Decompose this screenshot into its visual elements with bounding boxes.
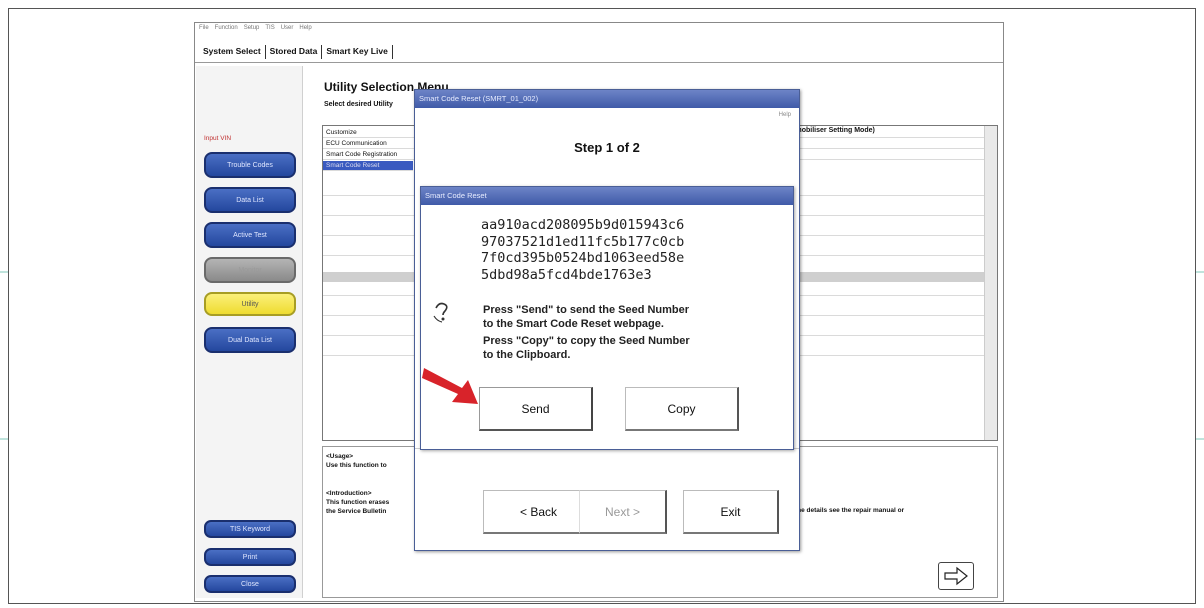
- tis-keyword-button[interactable]: TIS Keyword: [204, 520, 296, 538]
- intro-text: This function erases: [326, 499, 390, 506]
- copy-button[interactable]: Copy: [625, 387, 739, 431]
- step-indicator: Step 1 of 2: [574, 140, 640, 155]
- instruction-line: Press "Copy" to copy the Seed Number: [483, 335, 690, 347]
- menu-tis[interactable]: TIS: [265, 25, 274, 37]
- send-button[interactable]: Send: [479, 387, 593, 431]
- instruction-line: to the Clipboard.: [483, 349, 571, 361]
- seed-line: 97037521d1ed11fc5b177c0cb: [481, 233, 685, 250]
- data-list-button[interactable]: Data List: [204, 187, 296, 213]
- dialog-title: Smart Code Reset (SMRT_01_002): [415, 90, 799, 108]
- menu-help[interactable]: Help: [299, 25, 311, 37]
- seed-line: 7f0cd395b0524bd1063eed58e: [481, 250, 685, 266]
- active-test-button[interactable]: Active Test: [204, 222, 296, 248]
- help-link[interactable]: Help: [779, 112, 791, 118]
- next-button[interactable]: Next >: [579, 490, 667, 534]
- details-text: the details see the repair manual or: [795, 507, 905, 514]
- tab-smart-key-live[interactable]: Smart Key Live: [322, 45, 393, 59]
- intro-text-2: the Service Bulletin: [326, 508, 387, 515]
- question-icon: [431, 301, 455, 328]
- red-arrow-icon: [422, 368, 478, 404]
- tab-divider: [195, 62, 1003, 63]
- exit-button[interactable]: Exit: [683, 490, 779, 534]
- list-item-selected[interactable]: Smart Code Reset: [323, 161, 413, 171]
- menu-function[interactable]: Function: [215, 25, 238, 37]
- instruction-line: Press "Send" to send the Seed Number: [483, 304, 690, 316]
- next-arrow-icon: [944, 566, 968, 586]
- seed-dialog-title: Smart Code Reset: [421, 187, 793, 205]
- close-button[interactable]: Close: [204, 575, 296, 593]
- seed-dialog: Smart Code Reset aa910acd208095b9d015943…: [420, 186, 794, 450]
- next-arrow-button[interactable]: [938, 562, 974, 590]
- input-vin-label[interactable]: Input VIN: [204, 135, 231, 142]
- seed-line: 5dbd98a5fcd4bde1763e3: [481, 266, 652, 283]
- page-subtitle: Select desired Utility: [324, 101, 393, 108]
- dual-data-list-button[interactable]: Dual Data List: [204, 327, 296, 353]
- list-item-label: Smart Code Reset: [326, 162, 380, 169]
- list-scrollbar[interactable]: [984, 126, 997, 440]
- tab-bar: System Select Stored Data Smart Key Live: [199, 45, 393, 59]
- intro-heading: <Introduction>: [326, 490, 372, 497]
- seed-line: aa910acd208095b9d015943c6: [481, 217, 685, 233]
- tab-system-select[interactable]: System Select: [199, 45, 266, 59]
- usage-heading: <Usage>: [326, 453, 354, 460]
- menu-bar: File Function Setup TIS User Help: [199, 25, 312, 37]
- tab-stored-data[interactable]: Stored Data: [266, 45, 323, 59]
- menu-setup[interactable]: Setup: [244, 25, 260, 37]
- instruction-line: to the Smart Code Reset webpage.: [483, 318, 664, 330]
- list-item-label: ECU Communication: [326, 140, 387, 147]
- menu-file[interactable]: File: [199, 25, 209, 37]
- monitor-button[interactable]: Monitor: [204, 257, 296, 283]
- menu-user[interactable]: User: [281, 25, 294, 37]
- list-item-label: Smart Code Registration: [326, 151, 398, 158]
- trouble-codes-button[interactable]: Trouble Codes: [204, 152, 296, 178]
- list-item-label: Customize: [326, 129, 357, 136]
- print-button[interactable]: Print: [204, 548, 296, 566]
- usage-text: Use this function to: [326, 462, 387, 469]
- utility-button[interactable]: Utility: [204, 292, 296, 316]
